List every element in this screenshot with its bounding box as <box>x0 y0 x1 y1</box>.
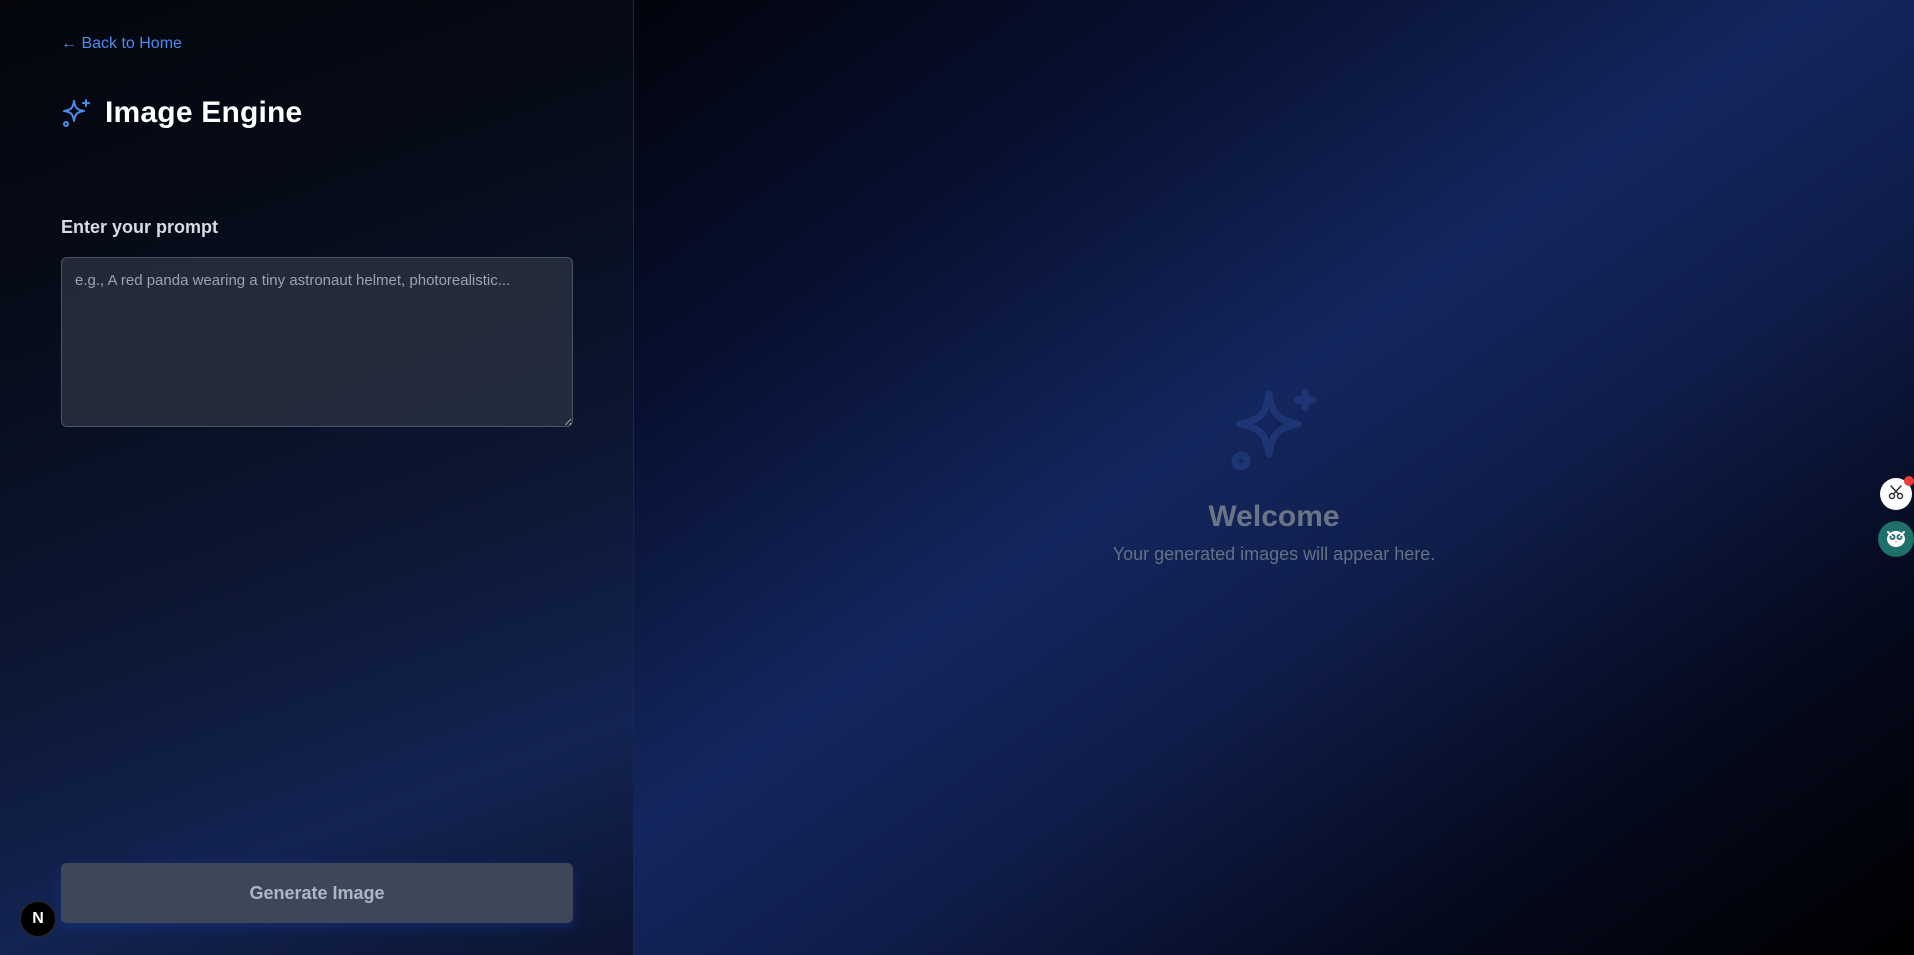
scissors-icon <box>1887 483 1905 506</box>
generate-image-button[interactable]: Generate Image <box>61 863 573 923</box>
control-panel: ← Back to Home Image Engine Enter your p… <box>0 0 634 955</box>
extension-button[interactable] <box>1880 476 1914 510</box>
sparkles-icon <box>61 97 93 129</box>
page-title: Image Engine <box>105 96 303 129</box>
welcome-subtitle: Your generated images will appear here. <box>1112 544 1436 564</box>
notification-dot <box>1904 476 1914 486</box>
owl-extension-button[interactable] <box>1878 521 1914 557</box>
app-root: ← Back to Home Image Engine Enter your p… <box>0 0 1914 955</box>
prompt-input[interactable] <box>61 257 573 427</box>
prompt-label: Enter your prompt <box>61 217 219 237</box>
preview-panel: Welcome Your generated images will appea… <box>634 0 1914 955</box>
app-header: Image Engine <box>61 96 302 130</box>
owl-icon <box>1884 525 1908 554</box>
empty-state: Welcome Your generated images will appea… <box>634 384 1914 565</box>
welcome-title: Welcome <box>1208 500 1340 533</box>
framework-badge[interactable]: N <box>20 901 56 937</box>
sparkles-icon <box>1226 384 1322 480</box>
back-to-home-link[interactable]: ← Back to Home <box>61 35 182 53</box>
